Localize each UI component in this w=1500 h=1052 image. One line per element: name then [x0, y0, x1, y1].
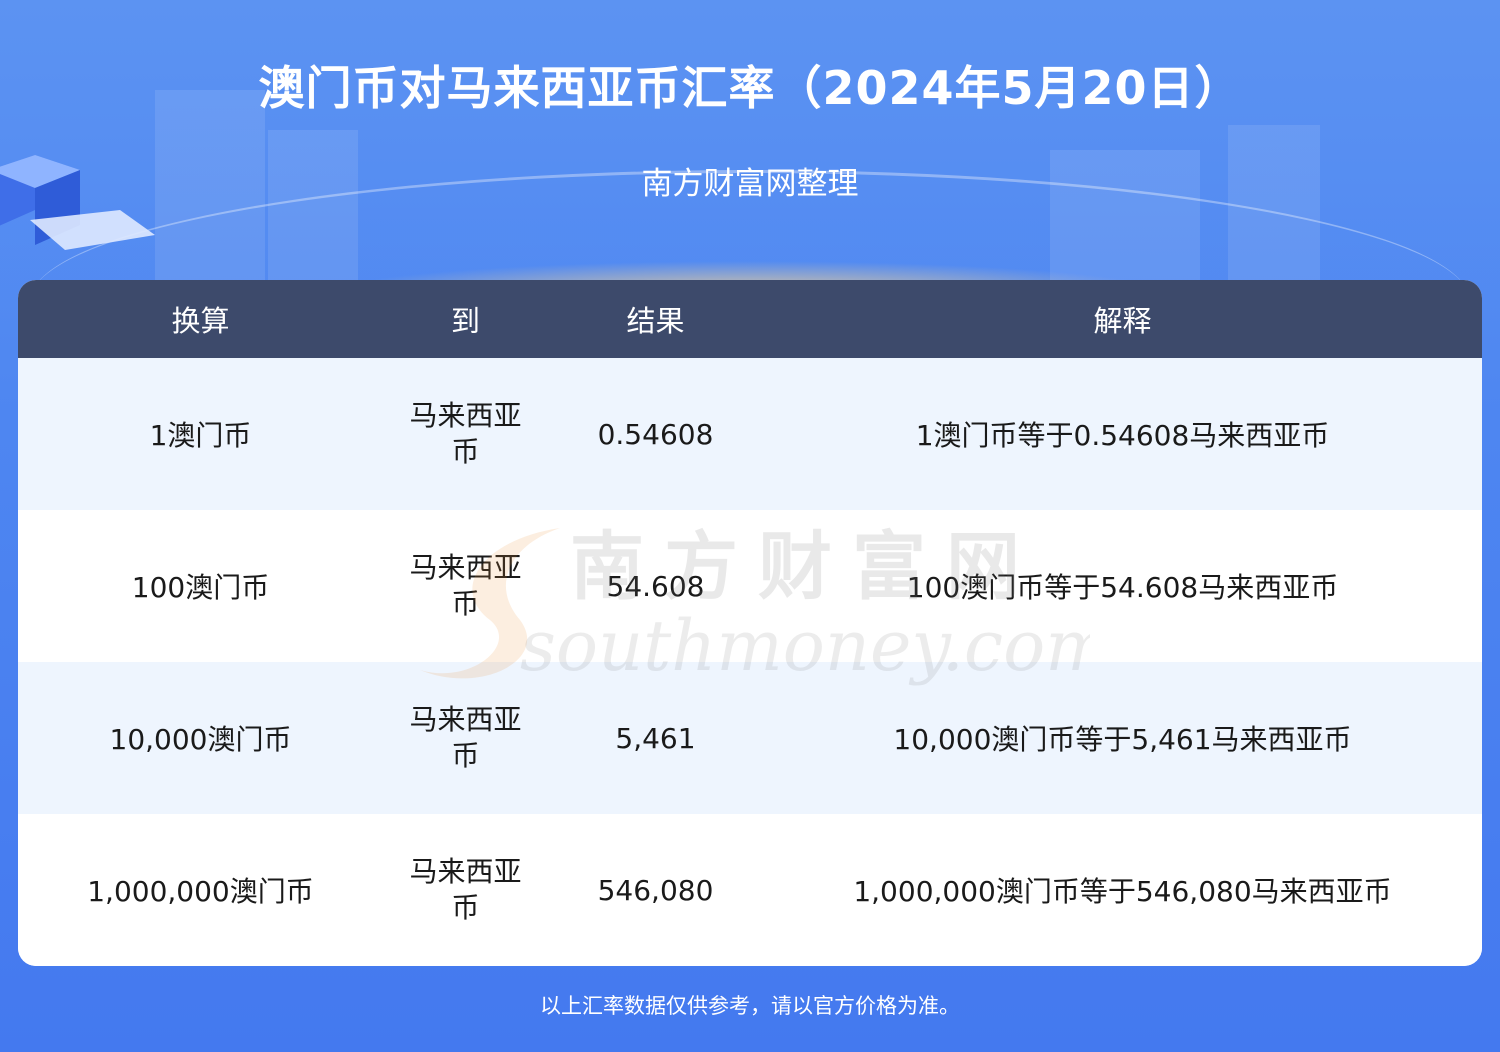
- table-row: 100澳门币 马来西亚币 54.608 100澳门币等于54.608马来西亚币: [18, 510, 1482, 662]
- cell-result: 0.54608: [597, 417, 714, 451]
- exchange-table: 换算 到 结果 解释 1澳门币 马来西亚币 0.54608 1澳门币等于0.54…: [18, 280, 1482, 966]
- cell-from: 1,000,000澳门币: [87, 875, 314, 908]
- cell-to: 马来西亚币: [409, 399, 522, 468]
- column-header-result: 结果: [626, 304, 685, 338]
- table-row: 1澳门币 马来西亚币 0.54608 1澳门币等于0.54608马来西亚币: [18, 358, 1482, 510]
- table-row: 1,000,000澳门币 马来西亚币 546,080 1,000,000澳门币等…: [18, 814, 1482, 966]
- cell-from: 10,000澳门币: [109, 723, 292, 756]
- table-header: 换算 到 结果 解释: [18, 280, 1482, 358]
- cell-from: 1澳门币: [149, 419, 252, 452]
- cell-explain: 1,000,000澳门币等于546,080马来西亚币: [853, 875, 1392, 908]
- table-row: 10,000澳门币 马来西亚币 5,461 10,000澳门币等于5,461马来…: [18, 662, 1482, 814]
- table-body: 1澳门币 马来西亚币 0.54608 1澳门币等于0.54608马来西亚币 10…: [18, 358, 1482, 966]
- cell-to: 马来西亚币: [409, 551, 522, 620]
- cell-result: 546,080: [597, 873, 714, 907]
- cell-from: 100澳门币: [131, 571, 270, 604]
- cell-result: 54.608: [606, 569, 705, 603]
- cell-explain: 100澳门币等于54.608马来西亚币: [906, 571, 1339, 604]
- cell-explain: 1澳门币等于0.54608马来西亚币: [915, 419, 1330, 452]
- cell-explain: 10,000澳门币等于5,461马来西亚币: [893, 723, 1352, 756]
- cell-to: 马来西亚币: [409, 703, 522, 772]
- column-header-explain: 解释: [1093, 304, 1152, 338]
- disclaimer-note: 以上汇率数据仅供参考，请以官方价格为准。: [540, 994, 960, 1018]
- column-header-convert: 换算: [171, 304, 230, 338]
- page-subtitle: 南方财富网整理: [641, 166, 859, 202]
- column-header-to: 到: [450, 304, 480, 338]
- page-title: 澳门币对马来西亚币汇率（2024年5月20日）: [258, 61, 1242, 115]
- cell-to: 马来西亚币: [409, 855, 522, 924]
- cell-result: 5,461: [615, 721, 696, 755]
